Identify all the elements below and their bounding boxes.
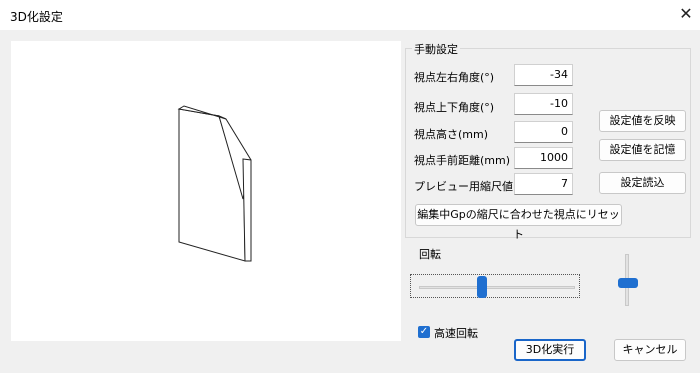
window-title: 3D化設定 <box>10 10 63 24</box>
field-label-height: 視点高さ(mm) <box>414 128 489 141</box>
manual-settings-title: 手動設定 <box>412 41 460 57</box>
horizontal-slider-track <box>419 286 575 289</box>
distance-input[interactable]: 1000 <box>514 147 573 169</box>
field-label-horizontal-angle: 視点左右角度(°) <box>414 71 495 84</box>
vertical-slider-thumb[interactable] <box>618 278 638 288</box>
preview-scale-input[interactable]: 7 <box>514 173 573 195</box>
field-label-vertical-angle: 視点上下角度(°) <box>414 101 495 114</box>
load-settings-button[interactable]: 設定読込 <box>599 172 686 194</box>
title-bar <box>0 0 700 30</box>
field-label-distance: 視点手前距離(mm) <box>414 154 511 167</box>
reset-view-button[interactable]: 編集中Gpの縮尺に合わせた視点にリセット <box>415 204 622 241</box>
apply-settings-button[interactable]: 設定値を反映 <box>599 110 686 132</box>
preview-canvas[interactable] <box>11 41 401 341</box>
fast-rotation-checkbox[interactable]: ✓ <box>418 326 430 338</box>
run-3d-button[interactable]: 3D化実行 <box>514 339 586 361</box>
height-input[interactable]: 0 <box>514 121 573 143</box>
horizontal-angle-input[interactable]: -34 <box>514 64 573 86</box>
store-settings-button[interactable]: 設定値を記憶 <box>599 139 686 161</box>
rotation-label: 回転 <box>419 248 441 261</box>
vertical-angle-input[interactable]: -10 <box>514 93 573 115</box>
field-label-preview-scale: プレビュー用縮尺値 <box>414 180 513 193</box>
close-icon[interactable]: ✕ <box>678 6 694 22</box>
cancel-button[interactable]: キャンセル <box>614 339 686 361</box>
preview-model <box>177 105 252 262</box>
horizontal-slider-thumb[interactable] <box>477 276 487 298</box>
fast-rotation-label: 高速回転 <box>434 327 478 340</box>
